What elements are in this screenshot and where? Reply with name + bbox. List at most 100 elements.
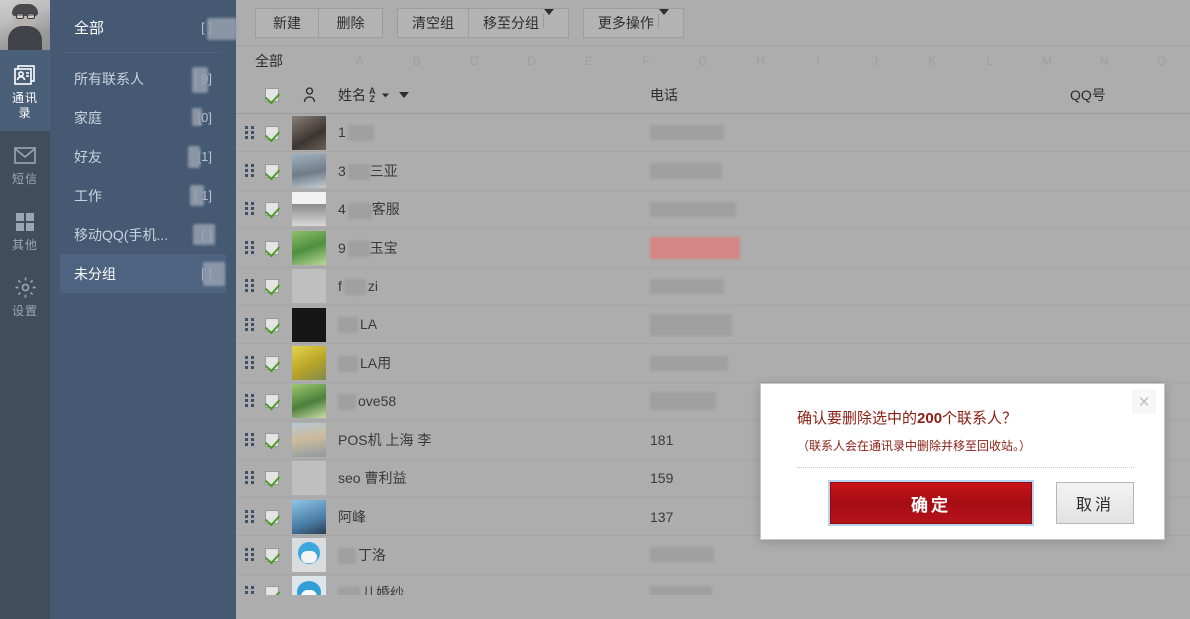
- index-letter[interactable]: D: [503, 54, 560, 68]
- nav-item-settings[interactable]: 设置: [0, 263, 50, 329]
- index-letter[interactable]: E: [560, 54, 617, 68]
- row-checkbox-col[interactable]: [258, 241, 286, 255]
- delete-button[interactable]: 删除: [319, 8, 383, 38]
- index-letter[interactable]: B: [388, 54, 445, 68]
- row-checkbox[interactable]: [265, 164, 279, 178]
- table-row[interactable]: LA用: [236, 344, 1190, 382]
- row-checkbox[interactable]: [265, 548, 279, 562]
- group-all-count: [ ]: [201, 20, 212, 35]
- drag-handle-icon[interactable]: [245, 164, 255, 178]
- index-letter[interactable]: A: [331, 54, 388, 68]
- row-checkbox-col[interactable]: [258, 510, 286, 524]
- drag-handle-icon[interactable]: [245, 433, 255, 447]
- row-checkbox-col[interactable]: [258, 586, 286, 595]
- row-checkbox[interactable]: [265, 433, 279, 447]
- table-row[interactable]: 4客服: [236, 191, 1190, 229]
- index-letter[interactable]: H: [732, 54, 789, 68]
- drag-handle-icon[interactable]: [245, 356, 255, 370]
- row-checkbox-col[interactable]: [258, 279, 286, 293]
- table-row[interactable]: 1: [236, 114, 1190, 152]
- table-row[interactable]: 丁洛: [236, 536, 1190, 574]
- index-all-label[interactable]: 全部: [255, 51, 331, 71]
- table-row[interactable]: 儿婚纱: [236, 575, 1190, 595]
- drag-handle-icon[interactable]: [245, 510, 255, 524]
- row-checkbox-col[interactable]: [258, 202, 286, 216]
- cancel-button[interactable]: 取消: [1056, 482, 1134, 524]
- index-letter[interactable]: I: [789, 54, 846, 68]
- row-checkbox-col[interactable]: [258, 356, 286, 370]
- more-actions-button[interactable]: 更多操作: [583, 8, 684, 38]
- sort-az-icon[interactable]: AZ: [369, 87, 376, 103]
- row-checkbox-col[interactable]: [258, 126, 286, 140]
- index-letter[interactable]: M: [1018, 54, 1075, 68]
- table-row[interactable]: 3三亚: [236, 152, 1190, 190]
- select-all-checkbox[interactable]: [265, 88, 279, 102]
- row-checkbox-col[interactable]: [258, 433, 286, 447]
- sidebar-item-ungrouped[interactable]: 未分组 [ ]: [60, 254, 226, 293]
- index-letter[interactable]: N: [1075, 54, 1132, 68]
- index-letter[interactable]: J: [846, 54, 903, 68]
- row-checkbox[interactable]: [265, 241, 279, 255]
- index-letter[interactable]: L: [961, 54, 1018, 68]
- header-phone-col[interactable]: 电话: [650, 85, 1070, 105]
- row-checkbox-col[interactable]: [258, 471, 286, 485]
- table-row[interactable]: LA: [236, 306, 1190, 344]
- header-name-col[interactable]: 姓名 AZ: [332, 85, 650, 105]
- row-name-col: ove58: [332, 393, 650, 410]
- row-checkbox[interactable]: [265, 126, 279, 140]
- row-drag-col: [236, 471, 258, 485]
- drag-handle-icon[interactable]: [245, 394, 255, 408]
- nav-item-contacts[interactable]: 通讯录: [0, 50, 50, 131]
- index-letter[interactable]: F: [617, 54, 674, 68]
- chevron-down-icon[interactable]: [659, 9, 669, 31]
- drag-handle-icon[interactable]: [245, 318, 255, 332]
- row-checkbox[interactable]: [265, 510, 279, 524]
- sidebar-item-friends[interactable]: 好友 [1]: [60, 137, 226, 176]
- sidebar-item-family[interactable]: 家庭 [0]: [60, 98, 226, 137]
- row-checkbox[interactable]: [265, 356, 279, 370]
- index-letter[interactable]: G: [675, 54, 732, 68]
- row-checkbox[interactable]: [265, 279, 279, 293]
- header-qq-label: QQ号: [1070, 87, 1106, 103]
- close-icon[interactable]: ×: [1132, 390, 1156, 414]
- table-row[interactable]: fzi: [236, 268, 1190, 306]
- header-qq-col[interactable]: QQ号: [1070, 85, 1190, 105]
- move-to-group-button[interactable]: 移至分组: [469, 8, 569, 38]
- index-letter[interactable]: O: [1133, 54, 1190, 68]
- drag-handle-icon[interactable]: [245, 279, 255, 293]
- row-checkbox[interactable]: [265, 471, 279, 485]
- drag-handle-icon[interactable]: [245, 548, 255, 562]
- table-row[interactable]: 9玉宝: [236, 229, 1190, 267]
- header-avatar-col: [286, 87, 332, 103]
- chevron-down-icon[interactable]: [544, 9, 554, 31]
- row-checkbox[interactable]: [265, 318, 279, 332]
- clear-group-button[interactable]: 清空组: [397, 8, 469, 38]
- header-select-all[interactable]: [258, 88, 286, 102]
- drag-handle-icon[interactable]: [245, 202, 255, 216]
- drag-handle-icon[interactable]: [245, 471, 255, 485]
- row-checkbox[interactable]: [265, 394, 279, 408]
- row-checkbox-col[interactable]: [258, 394, 286, 408]
- drag-handle-icon[interactable]: [245, 126, 255, 140]
- sidebar-item-mobile-qq[interactable]: 移动QQ(手机... [ ]: [60, 215, 226, 254]
- avatar[interactable]: [0, 0, 50, 50]
- row-checkbox-col[interactable]: [258, 318, 286, 332]
- group-item-all[interactable]: 全部 [ ]: [60, 6, 226, 48]
- nav-item-messages[interactable]: 短信: [0, 131, 50, 197]
- sidebar-item-all-contacts[interactable]: 所有联系人 [ 9]: [60, 59, 226, 98]
- contact-phone: [650, 237, 1070, 259]
- group-label: 家庭: [74, 108, 102, 128]
- row-checkbox[interactable]: [265, 202, 279, 216]
- index-letter[interactable]: K: [904, 54, 961, 68]
- row-checkbox-col[interactable]: [258, 164, 286, 178]
- row-checkbox[interactable]: [265, 586, 279, 595]
- row-checkbox-col[interactable]: [258, 548, 286, 562]
- drag-handle-icon[interactable]: [245, 241, 255, 255]
- sidebar-item-work[interactable]: 工作 [ 1]: [60, 176, 226, 215]
- drag-handle-icon[interactable]: [245, 586, 255, 595]
- name-sort-dropdown-icon[interactable]: [399, 92, 409, 98]
- new-button[interactable]: 新建: [255, 8, 319, 38]
- index-letter[interactable]: C: [446, 54, 503, 68]
- nav-item-other[interactable]: 其他: [0, 197, 50, 263]
- confirm-button[interactable]: 确定: [830, 482, 1032, 524]
